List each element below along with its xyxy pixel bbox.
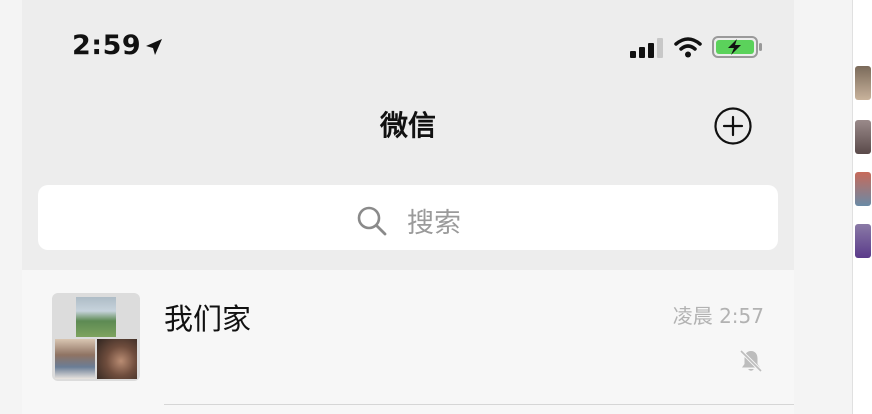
- plus-circle-icon[interactable]: [713, 106, 753, 146]
- status-bar: 2:59: [22, 0, 794, 86]
- status-time: 2:59: [72, 30, 142, 61]
- avatar-tile-face: [97, 339, 137, 379]
- cellular-signal-icon: [630, 38, 663, 58]
- battery-charging-icon: [712, 36, 762, 58]
- side-thumbnail[interactable]: [855, 120, 871, 154]
- chat-name: 我们家: [164, 302, 252, 336]
- side-panel: [852, 0, 872, 414]
- search-icon: [357, 206, 387, 235]
- search-content: 搜索: [38, 201, 778, 240]
- location-arrow-icon: [146, 39, 162, 55]
- wifi-icon: [674, 37, 702, 58]
- avatar-tile-person: [55, 339, 95, 379]
- side-thumbnail[interactable]: [855, 172, 871, 206]
- chat-time: 凌晨 2:57: [672, 304, 764, 328]
- divider: [164, 404, 794, 405]
- phone-screen: 2:59 微信 搜索 我们家 凌晨 2:57: [22, 0, 794, 414]
- page-title: 微信: [379, 109, 436, 142]
- search-placeholder: 搜索: [407, 208, 461, 239]
- side-thumbnail[interactable]: [855, 224, 871, 258]
- side-thumbnail[interactable]: [855, 66, 871, 100]
- nav-bar: 微信: [22, 86, 794, 172]
- list-item[interactable]: 我们家 凌晨 2:57: [22, 270, 794, 404]
- search-input[interactable]: 搜索: [38, 185, 778, 250]
- avatar-tile-landscape: [76, 297, 116, 337]
- avatar: [52, 293, 140, 381]
- chat-list: 我们家 凌晨 2:57: [22, 270, 794, 414]
- bell-slash-icon: [739, 349, 763, 373]
